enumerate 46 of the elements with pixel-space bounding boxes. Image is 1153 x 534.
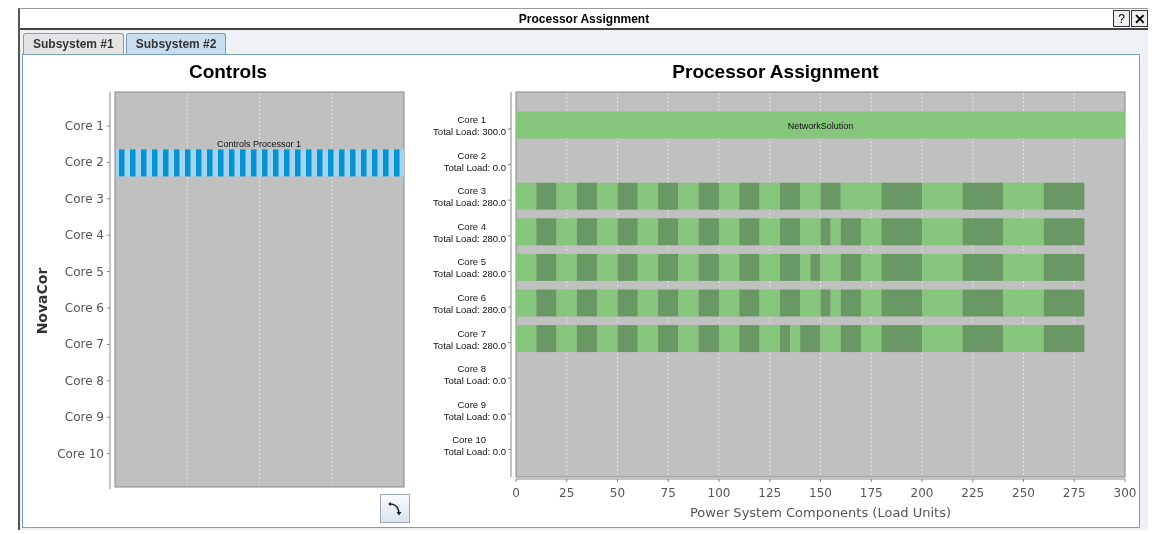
tick-label: 300 [1113,486,1137,500]
tick-label: 100 [707,486,731,500]
tick-label: 75 [660,486,676,500]
axis-title: Power System Components (Load Units) [689,505,952,520]
curved-arrow-icon [387,500,403,517]
axis-label: Core 8 Total Load: 0.0 [443,363,506,387]
tick-label: 25 [559,486,575,500]
axis-label: Core 5 [64,264,104,279]
tick-label: 175 [859,486,883,500]
bar-label: Controls Processor 1 [217,139,301,150]
axis-label: Core 8 [64,373,104,388]
tab[interactable]: Subsystem #1 [23,33,124,54]
tick-label: 0 [512,486,520,500]
axis-label: Core 7 Total Load: 280.0 [433,327,506,351]
axis-label: Core 3 [64,191,104,206]
axis-title: NovaCor [34,267,50,335]
tick-label: 150 [809,486,832,500]
tick-label: 50 [609,486,626,500]
axis-label: Core 10 Total Load: 0.0 [443,434,506,458]
close-button[interactable]: ✕ [1131,10,1148,27]
tick-label: 250 [1012,486,1035,500]
rotate-button[interactable] [380,494,410,523]
axis-label: Core 9 [64,410,104,425]
chart-title: Controls [187,60,269,84]
axis-label: Core 4 Total Load: 280.0 [433,220,506,244]
bar-label: NetworkSolution [787,121,854,131]
axis-label: Core 4 [64,228,104,243]
axis-label: Core 1 Total Load: 300.0 [433,114,506,137]
help-button[interactable]: ? [1113,10,1130,27]
axis-label: Core 1 [64,119,104,133]
axis-label: Core 3 Total Load: 280.0 [433,185,506,209]
tick-label: 200 [910,486,934,500]
tab[interactable]: Subsystem #2 [125,33,227,54]
axis-label: Core 6 [64,301,104,315]
chart-title: Processor Assignment [671,60,880,84]
tick-label: 225 [961,486,985,500]
axis-label: Core 2 Total Load: 0.0 [443,149,506,173]
tick-label: 125 [758,486,782,500]
axis-label: Core 2 [64,155,104,170]
axis-label: Core 7 [64,337,104,352]
axis-label: Core 6 Total Load: 280.0 [433,292,506,315]
axis-label: Core 5 Total Load: 280.0 [433,256,506,280]
axis-label: Core 10 [57,446,104,461]
window-title: Processor Assignment [518,11,650,26]
tick-label: 275 [1062,486,1086,500]
axis-label: Core 9 Total Load: 0.0 [443,398,506,422]
